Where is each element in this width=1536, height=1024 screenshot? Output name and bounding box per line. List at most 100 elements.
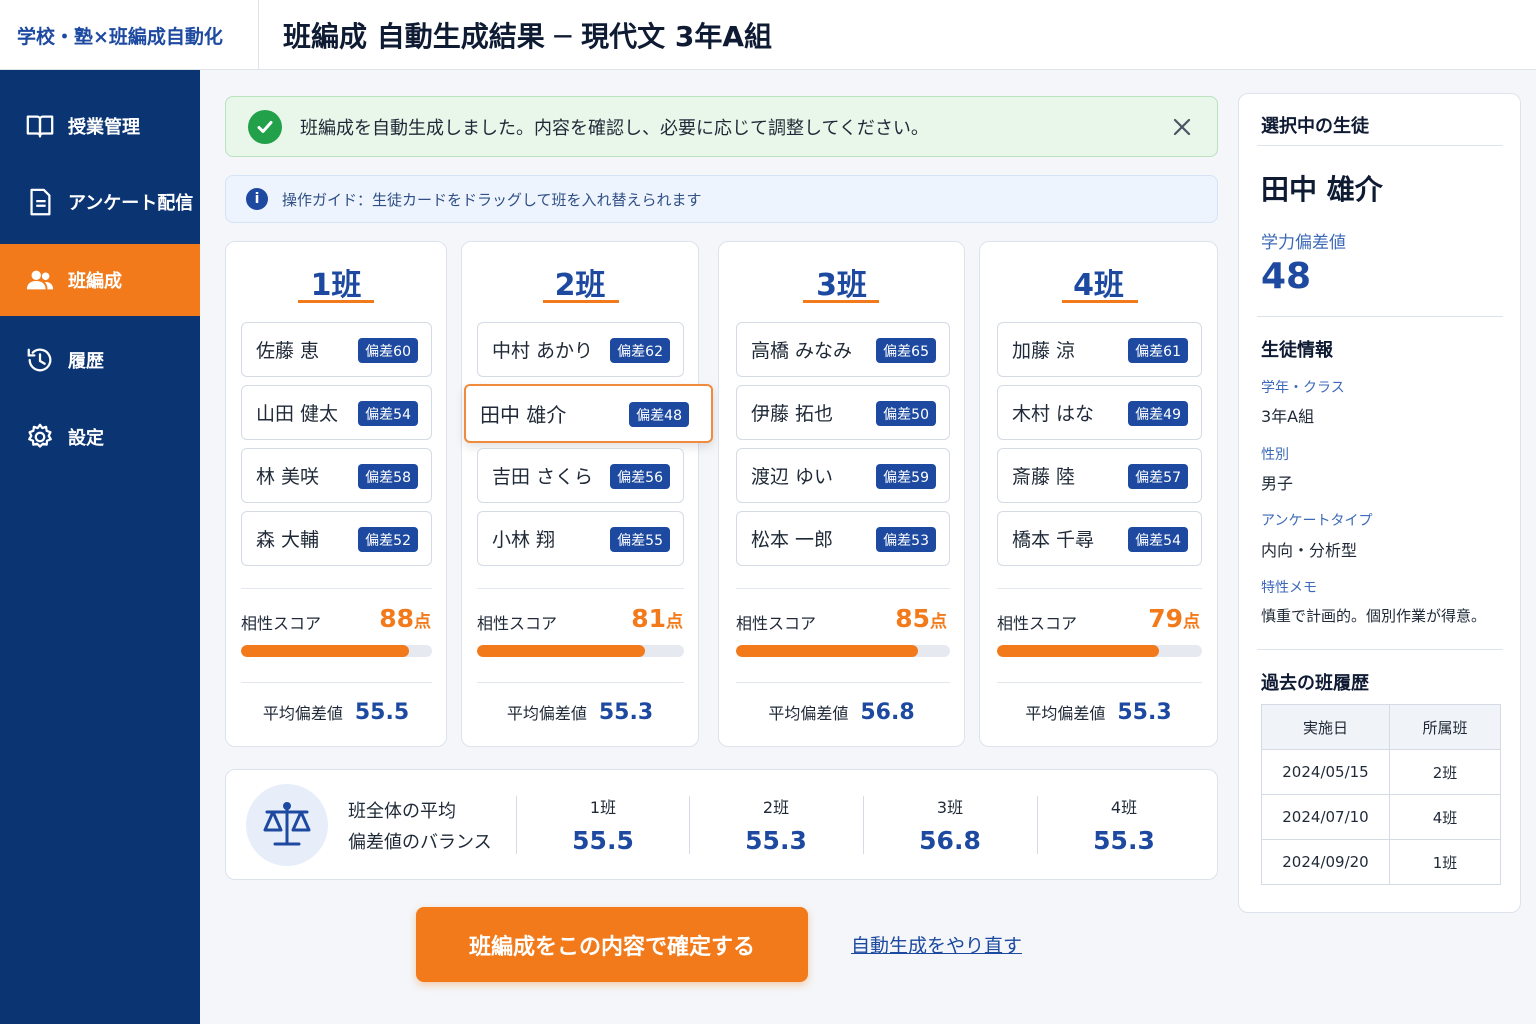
- score-label: 相性スコア: [477, 614, 558, 633]
- average-row: 平均偏差値 55.3: [462, 700, 698, 725]
- divider: [997, 588, 1202, 589]
- group-title-underline: [803, 300, 879, 303]
- history-date: 2024/09/20: [1261, 839, 1390, 885]
- student-name: 林 美咲: [256, 466, 320, 488]
- score-badge: 偏差59: [876, 464, 936, 489]
- student-name: 木村 はな: [1012, 403, 1095, 425]
- average-value: 55.5: [354, 700, 410, 725]
- score-badge: 偏差54: [358, 401, 418, 426]
- divider: [477, 682, 684, 683]
- brand-logo[interactable]: 学校・塾×班編成自動化: [0, 0, 259, 70]
- group-title-underline: [1062, 300, 1138, 303]
- score-bar: [241, 645, 432, 657]
- confirm-button[interactable]: 班編成をこの内容で確定する: [416, 907, 808, 982]
- student-card[interactable]: 小林 翔 偏差55: [477, 511, 684, 566]
- group-title: 3班: [816, 268, 867, 303]
- student-card[interactable]: 松本 一郎 偏差53: [736, 511, 950, 566]
- sidebar-item-label: 履歴: [68, 351, 104, 372]
- success-message: 班編成を自動生成しました。内容を確認し、必要に応じて調整してください。: [300, 117, 929, 139]
- student-card[interactable]: 林 美咲 偏差58: [241, 448, 432, 503]
- student-name: 高橋 みなみ: [751, 340, 853, 362]
- student-name: 加藤 涼: [1012, 340, 1076, 362]
- student-name: 吉田 さくら: [492, 466, 594, 488]
- history-icon: [24, 344, 56, 376]
- score-bar: [477, 645, 684, 657]
- student-card[interactable]: 高橋 みなみ 偏差65: [736, 322, 950, 377]
- sidebar-item-history[interactable]: 履歴: [0, 324, 200, 396]
- student-card[interactable]: 伊藤 拓也 偏差50: [736, 385, 950, 440]
- group-card-1: 1班 佐藤 恵 偏差60 山田 健太 偏差54 林 美咲 偏差58 森 大輔 偏…: [225, 241, 447, 747]
- survey-type-label: アンケートタイプ: [1261, 513, 1373, 529]
- compatibility-score: 79点: [1148, 604, 1200, 633]
- success-alert: 班編成を自動生成しました。内容を確認し、必要に応じて調整してください。: [225, 96, 1218, 157]
- average-label: 平均偏差値: [262, 704, 343, 723]
- score-label: 相性スコア: [997, 614, 1078, 633]
- score-badge: 偏差57: [1128, 464, 1188, 489]
- sidebar: 授業管理 アンケート配信 班編成 履歴 設定: [0, 70, 200, 1024]
- table-row: 2024/09/20 1班: [1261, 839, 1501, 885]
- regenerate-link[interactable]: 自動生成をやり直す: [851, 931, 1022, 958]
- score-label: 学力偏差値: [1261, 233, 1346, 253]
- guide-alert: i 操作ガイド：生徒カードをドラッグして班を入れ替えられます: [225, 175, 1218, 223]
- student-card[interactable]: 渡辺 ゆい 偏差59: [736, 448, 950, 503]
- users-icon: [24, 264, 56, 296]
- score-badge: 偏差54: [1128, 527, 1188, 552]
- close-icon[interactable]: [1167, 112, 1197, 142]
- grade-value: 3年A組: [1261, 407, 1315, 426]
- sidebar-item-grouping[interactable]: 班編成: [0, 244, 200, 316]
- memo-label: 特性メモ: [1261, 580, 1317, 596]
- score-badge: 偏差55: [610, 527, 670, 552]
- compatibility-score: 85点: [895, 604, 947, 633]
- history-table: 実施日 所属班 2024/05/15 2班 2024/07/10 4班 2024…: [1261, 704, 1501, 885]
- sidebar-item-label: アンケート配信: [68, 193, 194, 214]
- student-score: 48: [1261, 256, 1312, 297]
- student-card[interactable]: 斎藤 陸 偏差57: [997, 448, 1202, 503]
- student-name: 田中 雄介: [1261, 173, 1383, 206]
- top-bar: 学校・塾×班編成自動化 班編成 自動生成結果 ─ 現代文 3年A組: [0, 0, 1536, 70]
- student-card[interactable]: 加藤 涼 偏差61: [997, 322, 1202, 377]
- page-title: 班編成 自動生成結果 ─ 現代文 3年A組: [283, 20, 773, 53]
- balance-item-2: 2班 55.3: [745, 798, 807, 855]
- student-card[interactable]: 山田 健太 偏差54: [241, 385, 432, 440]
- student-name: 松本 一郎: [751, 529, 834, 551]
- group-card-3: 3班 高橋 みなみ 偏差65 伊藤 拓也 偏差50 渡辺 ゆい 偏差59 松本 …: [718, 241, 965, 747]
- student-card[interactable]: 佐藤 恵 偏差60: [241, 322, 432, 377]
- divider: [736, 682, 950, 683]
- divider: [1257, 145, 1503, 146]
- table-row: 2024/07/10 4班: [1261, 794, 1501, 840]
- score-badge: 偏差60: [358, 338, 418, 363]
- column-header-date: 実施日: [1261, 704, 1390, 750]
- average-row: 平均偏差値 55.3: [980, 700, 1217, 725]
- student-card[interactable]: 中村 あかり 偏差62: [477, 322, 684, 377]
- history-heading: 過去の班履歴: [1261, 673, 1369, 694]
- group-title: 1班: [310, 268, 362, 303]
- student-card[interactable]: 吉田 さくら 偏差56: [477, 448, 684, 503]
- average-value: 56.8: [860, 700, 915, 725]
- group-title-underline: [543, 300, 619, 303]
- guide-message: 操作ガイド：生徒カードをドラッグして班を入れ替えられます: [282, 190, 702, 209]
- score-bar: [997, 645, 1202, 657]
- sidebar-item-settings[interactable]: 設定: [0, 401, 200, 473]
- student-name: 中村 あかり: [492, 340, 594, 362]
- sidebar-item-survey[interactable]: アンケート配信: [0, 166, 200, 238]
- survey-type-value: 内向・分析型: [1261, 541, 1358, 560]
- average-value: 55.3: [1117, 700, 1172, 725]
- average-row: 平均偏差値 55.5: [226, 700, 446, 725]
- grade-label: 学年・クラス: [1261, 380, 1345, 396]
- score-badge: 偏差62: [610, 338, 670, 363]
- student-card-selected[interactable]: 田中 雄介 偏差48: [464, 384, 713, 443]
- student-detail-panel: 選択中の生徒 田中 雄介 学力偏差値 48 生徒情報 学年・クラス 3年A組 性…: [1238, 93, 1521, 913]
- info-icon: i: [246, 188, 268, 210]
- student-card[interactable]: 木村 はな 偏差49: [997, 385, 1202, 440]
- sidebar-item-label: 設定: [68, 428, 104, 449]
- group-card-4: 4班 加藤 涼 偏差61 木村 はな 偏差49 斎藤 陸 偏差57 橋本 千尋 …: [979, 241, 1218, 747]
- score-label: 相性スコア: [241, 614, 322, 633]
- student-card[interactable]: 橋本 千尋 偏差54: [997, 511, 1202, 566]
- sidebar-item-label: 班編成: [68, 271, 122, 292]
- divider: [1257, 316, 1503, 317]
- student-card[interactable]: 森 大輔 偏差52: [241, 511, 432, 566]
- score-bar-fill: [477, 645, 645, 657]
- sidebar-item-lessons[interactable]: 授業管理: [0, 90, 200, 162]
- group-card-2: 2班 中村 あかり 偏差62 田中 雄介 偏差48 吉田 さくら 偏差56 小林…: [461, 241, 713, 747]
- compatibility-score: 88点: [379, 604, 431, 633]
